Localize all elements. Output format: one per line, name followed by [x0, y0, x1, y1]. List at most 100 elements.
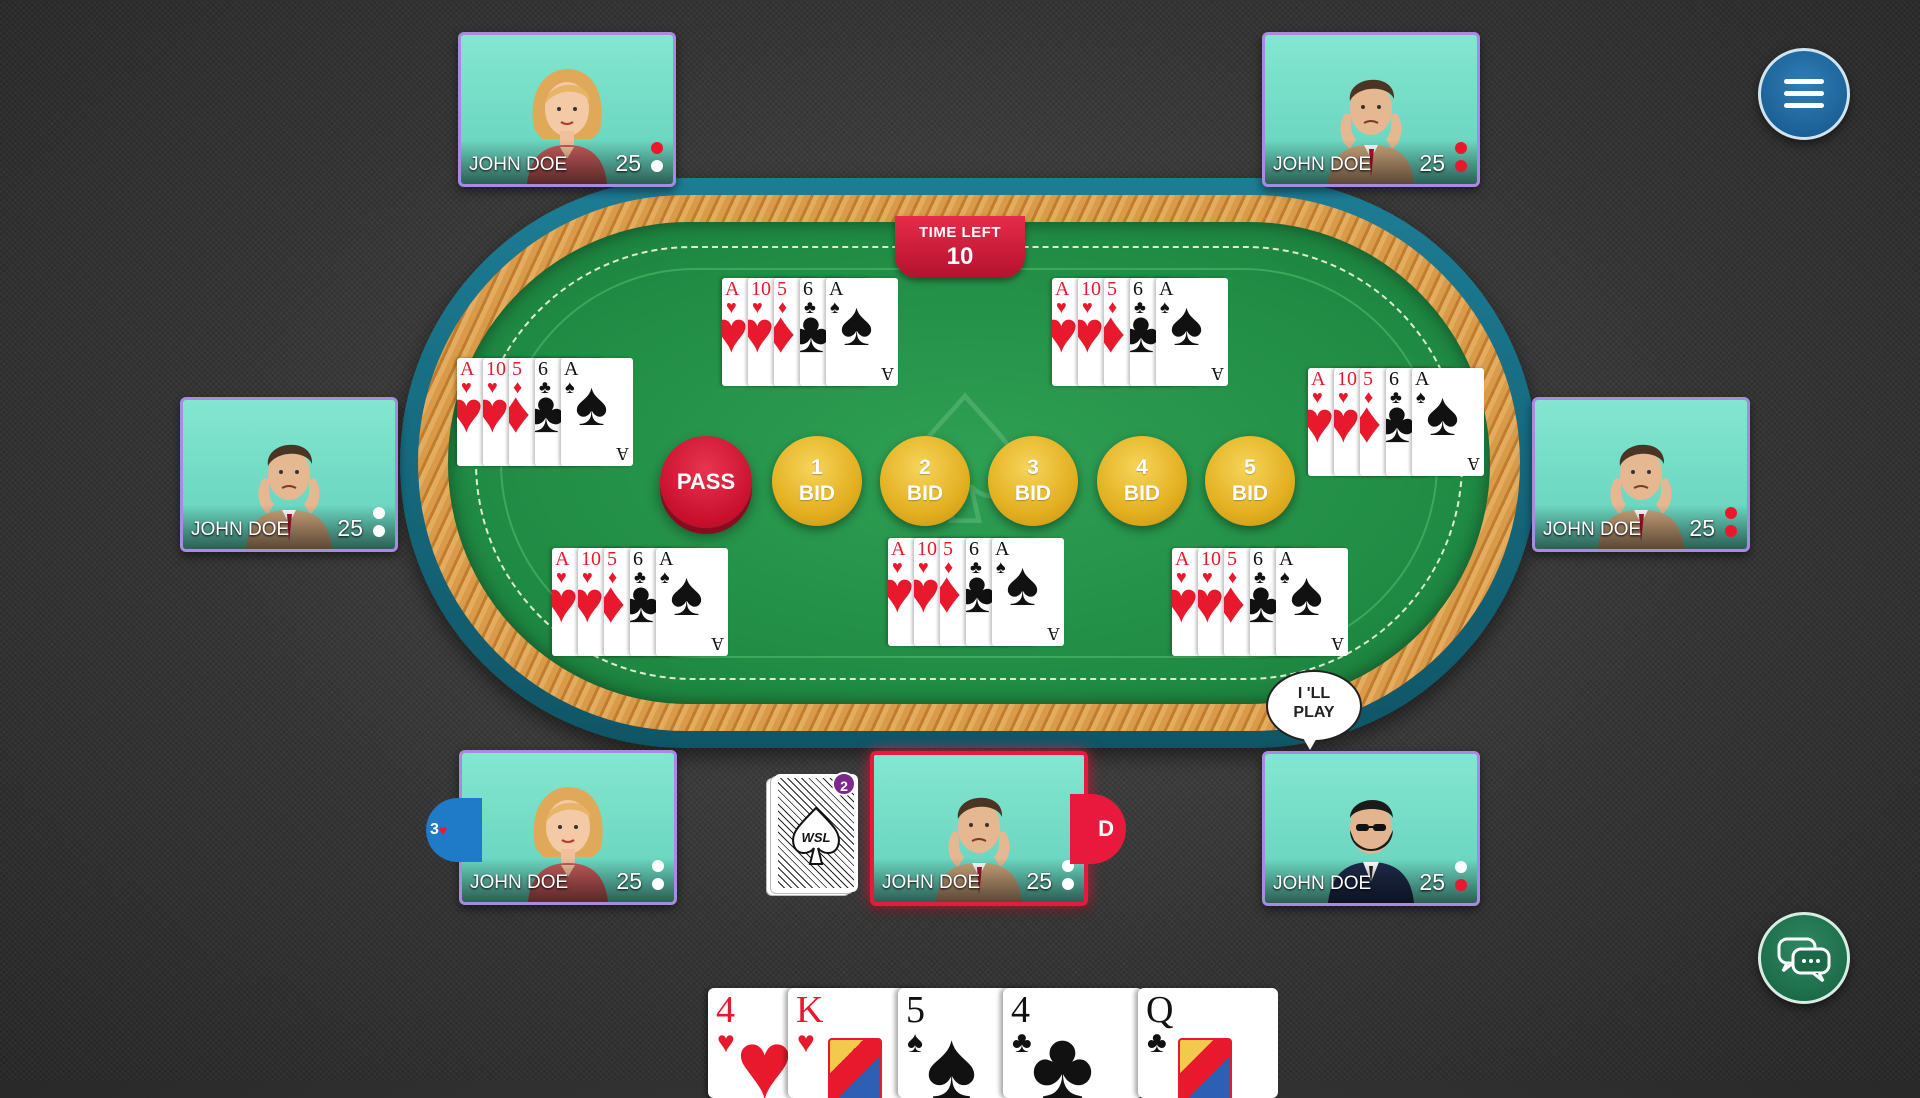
- card-pip-icon: ♠: [1006, 550, 1039, 619]
- card-fan: A ♥ ♥ 10 ♥ ♥ 5 ♦ ♦ 6 ♣ ♣ A ♠ ♠ A: [1052, 278, 1228, 386]
- card-pip-icon: ♦: [509, 380, 531, 445]
- card-rank: 10: [751, 278, 771, 300]
- chat-button[interactable]: [1758, 912, 1850, 1004]
- card-pip-icon: ♦: [1224, 570, 1246, 635]
- fan-card: A ♠ ♠ A: [826, 278, 898, 386]
- player-name: JOHN DOE: [469, 154, 568, 175]
- status-dot: [1455, 142, 1467, 154]
- player-score: 25: [1689, 515, 1715, 541]
- card-rank: 5: [777, 278, 787, 300]
- player-panel[interactable]: JOHN DOE 25: [459, 750, 677, 905]
- hand-card[interactable]: Q ♣: [1138, 988, 1278, 1098]
- pass-button[interactable]: PASS: [660, 436, 752, 528]
- card-suit-icon: ♠: [660, 567, 670, 587]
- card-pip-icon: ♠: [575, 370, 608, 439]
- status-dot: [651, 142, 663, 154]
- player-panel[interactable]: JOHN DOE 25: [458, 32, 676, 187]
- player-score: 25: [1419, 150, 1445, 176]
- bid-label: BID: [906, 482, 944, 505]
- card-rank: 6: [633, 548, 643, 570]
- hand-card[interactable]: 4 ♣ ♣: [1003, 988, 1143, 1098]
- card-rank: 6: [803, 278, 813, 300]
- card-rank: 5: [1227, 548, 1237, 570]
- card-pip-icon: ♥: [552, 570, 579, 635]
- player-score: 25: [616, 868, 642, 894]
- deck-count-badge: 2: [832, 772, 856, 796]
- player-hand: 4 ♥ ♥ K ♥ 5 ♠ ♠ 4 ♣ ♣ Q ♣: [708, 988, 1278, 1098]
- bid-2-button[interactable]: 2 BID: [880, 436, 970, 526]
- card-rank-bottom: A: [616, 444, 629, 464]
- card-rank: 5: [607, 548, 617, 570]
- bid-label: BID: [798, 482, 836, 505]
- player-panel[interactable]: JOHN DOE 25: [1532, 397, 1750, 552]
- player-name: JOHN DOE: [470, 872, 569, 893]
- player-name: JOHN DOE: [882, 872, 981, 893]
- hand-card-rank: Q: [1146, 989, 1174, 1031]
- bid-label: BID: [1231, 482, 1269, 505]
- speech-bubble: I 'LL PLAY: [1266, 670, 1362, 742]
- card-fan: A ♥ ♥ 10 ♥ ♥ 5 ♦ ♦ 6 ♣ ♣ A ♠ ♠ A: [552, 548, 728, 656]
- player-panel[interactable]: JOHN DOE 25: [1262, 751, 1480, 906]
- time-left-label: TIME LEFT: [919, 224, 1001, 241]
- bid-label: BID: [1123, 482, 1161, 505]
- card-rank: 5: [943, 538, 953, 560]
- card-pip-icon: ♥: [1172, 570, 1199, 635]
- card-rank: 5: [512, 358, 522, 380]
- card-rank: A: [725, 278, 740, 300]
- bid-number: 5: [1244, 456, 1256, 479]
- card-suit-icon: ♠: [565, 377, 575, 397]
- speech-line-1: I 'LL: [1297, 685, 1331, 702]
- bid-1-button[interactable]: 1 BID: [772, 436, 862, 526]
- card-rank: 10: [486, 358, 506, 380]
- fan-card: A ♠ ♠ A: [1276, 548, 1348, 656]
- card-rank: A: [1055, 278, 1070, 300]
- card-rank-bottom: A: [1211, 364, 1224, 384]
- player-panel[interactable]: JOHN DOE 25: [180, 397, 398, 552]
- hand-card-pip-icon: ♥: [736, 1012, 793, 1098]
- card-rank: 6: [969, 538, 979, 560]
- card-pip-icon: ♠: [670, 560, 703, 629]
- player-name: JOHN DOE: [1273, 873, 1372, 894]
- card-rank-bottom: A: [1047, 624, 1060, 644]
- card-pip-icon: ♥: [457, 380, 484, 445]
- card-pip-icon: ♦: [1360, 390, 1382, 455]
- card-pip-icon: ♦: [940, 560, 962, 625]
- bid-number: 1: [811, 456, 823, 479]
- bid-3-button[interactable]: 3 BID: [988, 436, 1078, 526]
- fan-card: A ♠ ♠ A: [1156, 278, 1228, 386]
- card-rank: 5: [1363, 368, 1373, 390]
- menu-button[interactable]: [1758, 48, 1850, 140]
- status-dot: [373, 525, 385, 537]
- card-rank: 6: [1253, 548, 1263, 570]
- status-dot: [651, 160, 663, 172]
- card-rank-bottom: A: [1331, 634, 1344, 654]
- fan-card: A ♠ ♠ A: [656, 548, 728, 656]
- player-score: 25: [337, 515, 363, 541]
- card-rank: 10: [581, 548, 601, 570]
- player-score: 25: [1419, 869, 1445, 895]
- player-name: JOHN DOE: [1273, 154, 1372, 175]
- hand-card-rank: 5: [906, 989, 925, 1031]
- status-dot: [1725, 525, 1737, 537]
- player-panel[interactable]: JOHN DOE 25: [870, 751, 1088, 906]
- card-pip-icon: ♥: [1308, 390, 1335, 455]
- speech-line-2: PLAY: [1293, 704, 1335, 721]
- card-fan: A ♥ ♥ 10 ♥ ♥ 5 ♦ ♦ 6 ♣ ♣ A ♠ ♠ A: [722, 278, 898, 386]
- card-pip-icon: ♥: [1198, 570, 1225, 635]
- card-suit-icon: ♠: [1280, 567, 1290, 587]
- tricks-count: 3: [430, 821, 439, 838]
- hand-card-suit-icon: ♣: [1147, 1026, 1167, 1059]
- status-dot: [373, 507, 385, 519]
- hamburger-icon: [1784, 79, 1824, 108]
- hand-card-suit-icon: ♣: [1012, 1026, 1032, 1059]
- hand-card-pip-icon: ♠: [926, 1012, 977, 1098]
- player-panel[interactable]: JOHN DOE 25: [1262, 32, 1480, 187]
- card-fan: A ♥ ♥ 10 ♥ ♥ 5 ♦ ♦ 6 ♣ ♣ A ♠ ♠ A: [457, 358, 633, 466]
- bid-5-button[interactable]: 5 BID: [1205, 436, 1295, 526]
- speech-bubble-tail: [1302, 736, 1318, 750]
- bid-4-button[interactable]: 4 BID: [1097, 436, 1187, 526]
- card-rank-bottom: A: [711, 634, 724, 654]
- card-rank-bottom: A: [881, 364, 894, 384]
- card-rank: A: [1175, 548, 1190, 570]
- player-name: JOHN DOE: [191, 519, 290, 540]
